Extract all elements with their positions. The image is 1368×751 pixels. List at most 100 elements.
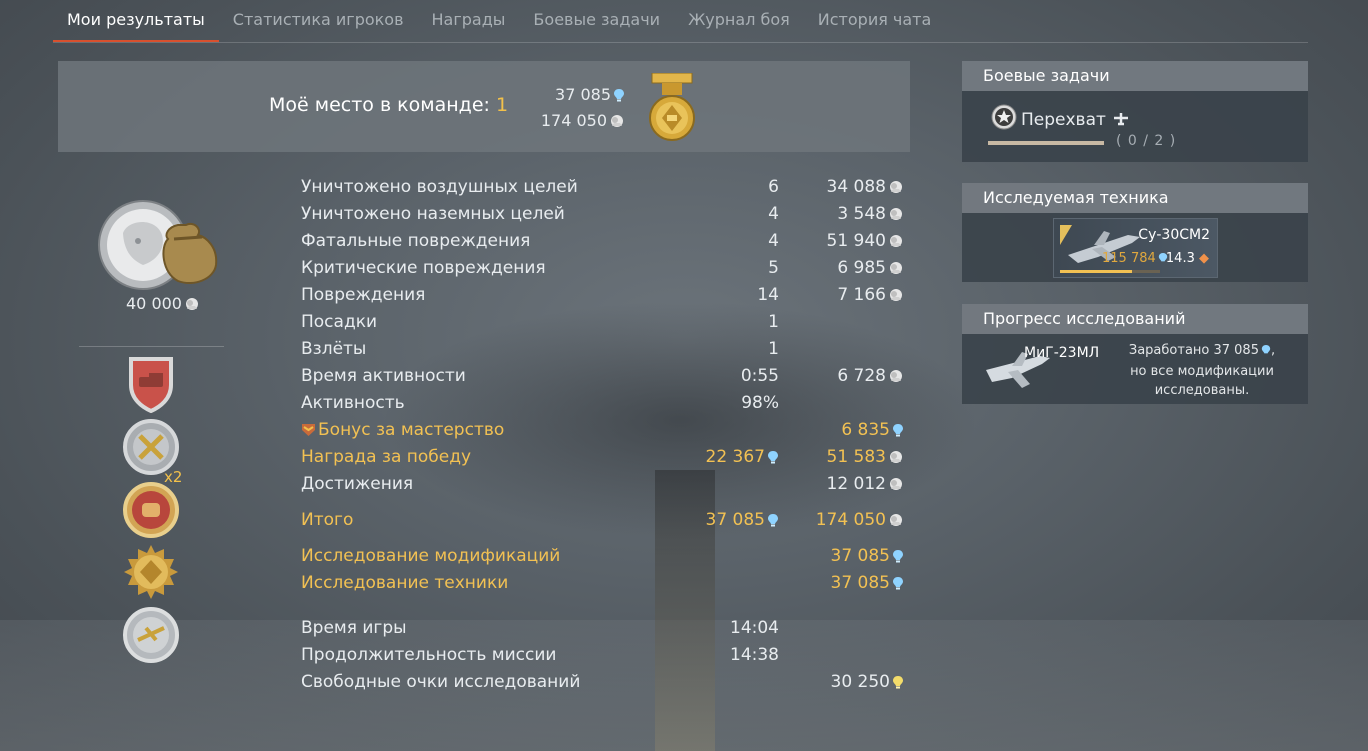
stat-row-module-research: Исследование модификаций 37 085 (301, 546, 911, 570)
silver-lions-icon (888, 260, 904, 280)
header-rp-value: 37 085 (555, 85, 611, 104)
battle-tasks-panel: Боевые задачи Перехват ( 0 / 2 ) (962, 61, 1308, 162)
rank-diamond-icon: ◆ (1199, 251, 1209, 266)
stat-row-achievements: Достижения 12 012 (301, 474, 911, 498)
team-place-panel: Моё место в команде: 1 37 085 174 050 (58, 61, 910, 152)
rp-icon (767, 512, 779, 532)
stat-reward: 37 085 (831, 546, 904, 568)
silver-lions-icon (609, 113, 625, 132)
stat-row-ground-kills: Уничтожено наземных целей 4 3 548 (301, 204, 911, 228)
tab-chat-history[interactable]: История чата (804, 0, 946, 42)
gold-diamond-badge-icon[interactable] (122, 543, 180, 601)
star-medal-icon (991, 104, 1017, 135)
silver-lions-icon (888, 179, 904, 199)
stat-reward: 174 050 (816, 510, 904, 532)
tank-destroyer-badge-icon[interactable] (122, 355, 180, 414)
stat-reward: 37 085 (831, 573, 904, 595)
stat-label: Исследование модификаций (301, 546, 561, 566)
vehicle-rp: 115 784 (1102, 251, 1168, 268)
stat-row-damage: Повреждения 14 7 166 (301, 285, 911, 309)
stat-reward: 30 250 (831, 672, 904, 694)
stat-row-fatal-damage: Фатальные повреждения 4 51 940 (301, 231, 911, 255)
rp-icon (892, 575, 904, 595)
stat-row-activity: Активность 98% (301, 393, 911, 417)
stat-row-critical-damage: Критические повреждения 5 6 985 (301, 258, 911, 282)
tab-battle-tasks[interactable]: Боевые задачи (519, 0, 674, 42)
skill-bonus-chevron-icon (301, 422, 316, 442)
stat-label: Взлёты (301, 339, 367, 359)
tab-player-stats[interactable]: Статистика игроков (219, 0, 418, 42)
stat-row-air-kills: Уничтожено воздушных целей 6 34 088 (301, 177, 911, 201)
header-sl-value: 174 050 (540, 111, 607, 130)
vehicle-research-bar (1060, 270, 1160, 273)
stat-reward: 3 548 (837, 204, 904, 226)
stat-rp: 37 085 (706, 510, 779, 532)
aircraft-badge-icon[interactable] (122, 606, 180, 664)
vehicle-card[interactable]: Су-30СМ2 115 784 14.3 ◆ (1053, 218, 1218, 278)
stat-count: 14:38 (730, 645, 779, 665)
stat-label: Бонус за мастерство (301, 420, 504, 442)
rp-icon (1261, 343, 1271, 362)
team-place-value: 1 (495, 94, 509, 116)
awards-divider (79, 346, 224, 347)
research-vehicle-name: МиГ-23МЛ (1024, 345, 1100, 361)
stat-count: 6 (768, 177, 779, 197)
stat-label: Посадки (301, 312, 378, 332)
stat-label: Продолжительность миссии (301, 645, 557, 665)
stat-row-skill-bonus: Бонус за мастерство 6 835 (301, 420, 911, 444)
tab-awards[interactable]: Награды (418, 0, 520, 42)
research-progress-panel: Прогресс исследований МиГ-23МЛ Заработан… (962, 304, 1308, 404)
task-progress-bar (988, 141, 1104, 145)
silver-lions-icon (888, 206, 904, 226)
research-progress-title: Прогресс исследований (962, 304, 1308, 334)
stat-reward: 12 012 (827, 474, 904, 496)
task-name: Перехват (1021, 110, 1106, 130)
silver-lions-icon (888, 512, 904, 532)
battle-tasks-title: Боевые задачи (962, 61, 1308, 91)
stat-label: Повреждения (301, 285, 426, 305)
stat-label: Критические повреждения (301, 258, 546, 278)
silver-lions-icon (888, 449, 904, 469)
stat-label: Уничтожено воздушных целей (301, 177, 578, 197)
stat-count: 0:55 (740, 366, 779, 386)
stat-count: 98% (741, 393, 779, 413)
research-note-line2: но все модификации (1130, 364, 1274, 379)
free-rp-icon (892, 674, 904, 694)
stat-count: 4 (768, 231, 779, 251)
silver-lions-icon (888, 287, 904, 307)
researched-vehicle-title: Исследуемая техника (962, 183, 1308, 213)
rp-icon (892, 548, 904, 568)
stat-reward: 6 835 (841, 420, 904, 442)
silver-lions-icon (888, 233, 904, 253)
stat-row-play-time: Время игры 14:04 (301, 618, 911, 642)
team-place-label: Моё место в команде: (269, 94, 490, 116)
results-tabs: Мои результаты Статистика игроков Наград… (53, 0, 1308, 43)
stat-reward: 34 088 (827, 177, 904, 199)
tab-battle-log[interactable]: Журнал боя (674, 0, 804, 42)
silver-lions-icon (184, 296, 200, 315)
stat-reward: 6 728 (837, 366, 904, 388)
research-note-line1: Заработано 37 085, (1112, 341, 1292, 362)
reward-amount-value: 40 000 (126, 294, 182, 313)
stat-label: Уничтожено наземных целей (301, 204, 565, 224)
stat-row-landings: Посадки 1 (301, 312, 911, 336)
stat-row-free-rp: Свободные очки исследований 30 250 (301, 672, 911, 696)
stat-rp: 22 367 (706, 447, 779, 469)
fist-badge-icon[interactable] (122, 481, 180, 539)
header-rp-total: 37 085 (555, 85, 625, 106)
researched-vehicle-panel: Исследуемая техника Су-30СМ2 115 784 14.… (962, 183, 1308, 282)
task-item[interactable]: Перехват (991, 104, 1131, 135)
stat-label: Фатальные повреждения (301, 231, 531, 251)
rp-icon (613, 87, 625, 106)
header-sl-total: 174 050 (541, 111, 625, 132)
stat-label: Итого (301, 510, 354, 530)
stat-count: 14:04 (730, 618, 779, 638)
stat-count: 1 (768, 339, 779, 359)
stat-count: 4 (768, 204, 779, 224)
stat-row-total: Итого 37 085 174 050 (301, 510, 911, 534)
tab-my-results[interactable]: Мои результаты (53, 0, 219, 42)
rp-icon (767, 449, 779, 469)
silver-lions-icon (888, 476, 904, 496)
rp-icon (892, 422, 904, 442)
stat-row-victory-reward: Награда за победу 22 367 51 583 (301, 447, 911, 471)
